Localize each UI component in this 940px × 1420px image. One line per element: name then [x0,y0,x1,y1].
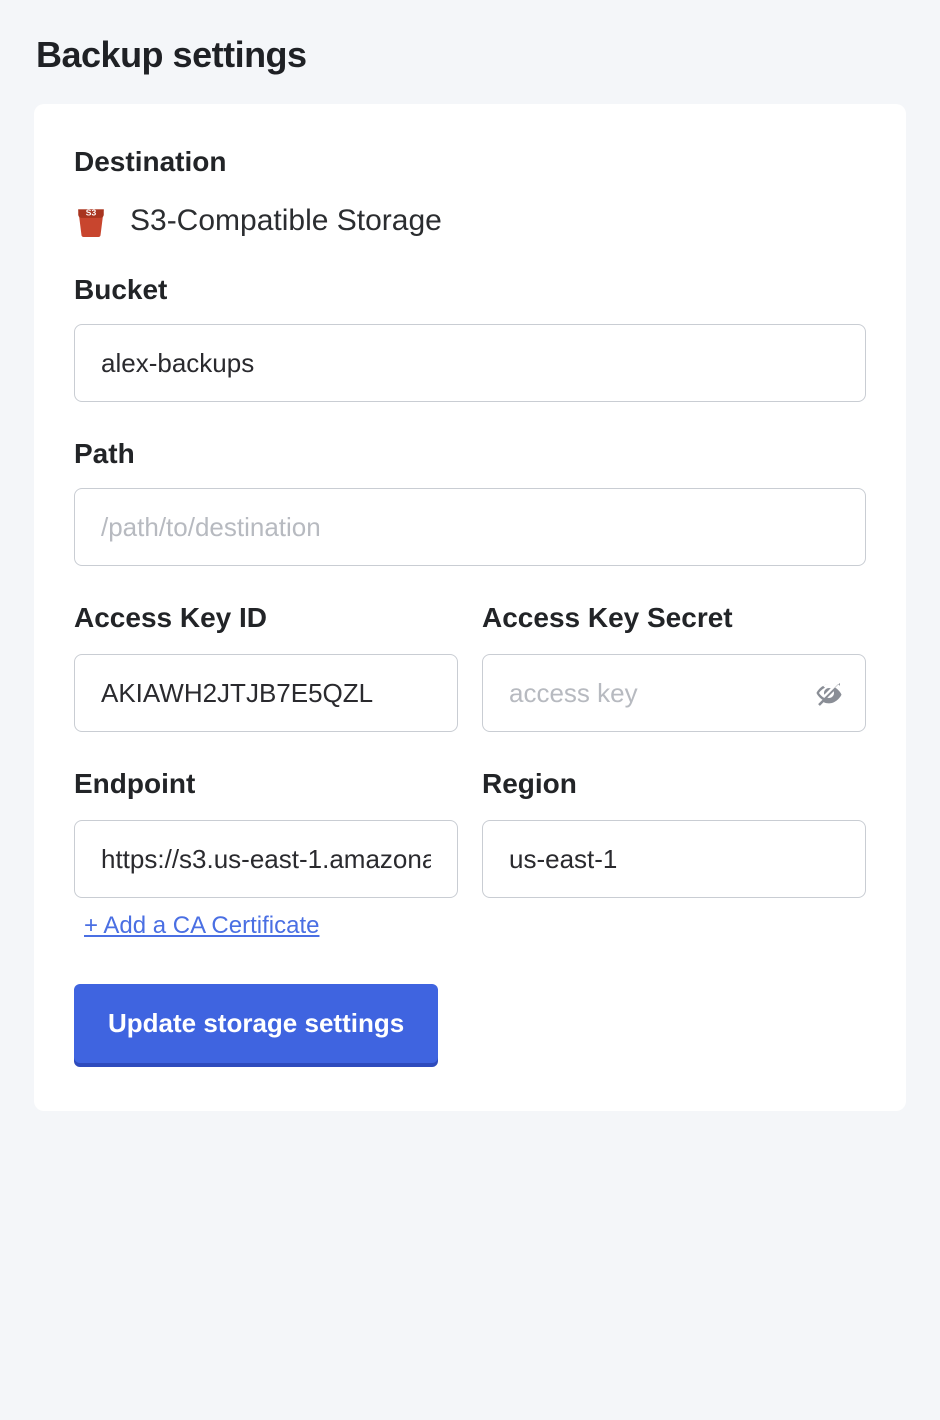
access-key-secret-field-wrap [482,654,866,732]
endpoint-section: Endpoint + Add a CA Certificate [74,768,458,940]
access-key-secret-section: Access Key Secret [482,602,866,732]
bucket-input[interactable] [74,324,866,402]
bucket-label: Bucket [74,274,866,306]
eye-off-icon[interactable] [812,676,846,710]
update-storage-settings-button[interactable]: Update storage settings [74,984,438,1063]
endpoint-region-row: Endpoint + Add a CA Certificate Region [74,768,866,940]
s3-bucket-icon: S3 [74,204,108,238]
path-section: Path [74,438,866,566]
endpoint-input[interactable] [74,820,458,898]
backup-settings-page: Backup settings Destination S3 S3-Compat… [0,0,940,1420]
region-section: Region [482,768,866,940]
svg-text:S3: S3 [86,208,97,218]
endpoint-label: Endpoint [74,768,458,800]
access-key-secret-input[interactable] [482,654,866,732]
path-label: Path [74,438,866,470]
region-label: Region [482,768,866,800]
access-keys-row: Access Key ID Access Key Secret [74,602,866,732]
destination-section: Destination S3 S3-Compatible Storage [74,146,866,238]
page-title: Backup settings [36,34,906,76]
destination-label: Destination [74,146,866,178]
path-input[interactable] [74,488,866,566]
bucket-section: Bucket [74,274,866,402]
settings-card: Destination S3 S3-Compatible Storage Buc… [34,104,906,1111]
access-key-secret-label: Access Key Secret [482,602,866,634]
access-key-id-input[interactable] [74,654,458,732]
access-key-id-section: Access Key ID [74,602,458,732]
access-key-id-label: Access Key ID [74,602,458,634]
add-ca-certificate-link[interactable]: + Add a CA Certificate [84,912,319,940]
region-input[interactable] [482,820,866,898]
destination-value-row: S3 S3-Compatible Storage [74,204,866,238]
destination-provider-name: S3-Compatible Storage [130,204,442,238]
